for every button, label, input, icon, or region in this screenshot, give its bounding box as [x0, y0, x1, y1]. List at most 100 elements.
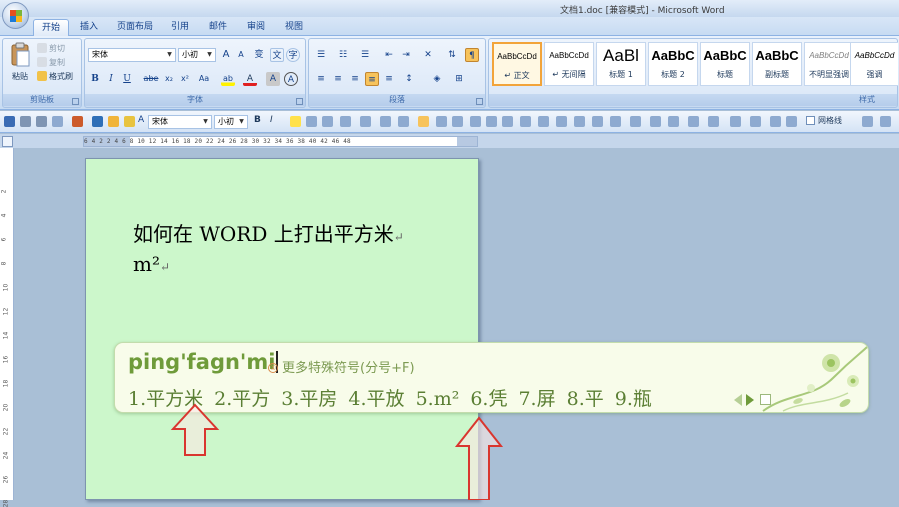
- qat-align-objects-icon[interactable]: [786, 116, 797, 127]
- italic-button[interactable]: I: [104, 72, 118, 86]
- strikethrough-button[interactable]: abe: [142, 72, 160, 86]
- print-preview-icon[interactable]: [20, 116, 31, 127]
- save-icon[interactable]: [4, 116, 15, 127]
- tab-mailings[interactable]: 邮件: [203, 19, 233, 36]
- ime-candidate-6[interactable]: 6.凭: [470, 384, 507, 411]
- gridlines-checkbox[interactable]: [806, 116, 815, 125]
- shading-button[interactable]: ◈: [430, 72, 444, 86]
- spelling-icon[interactable]: [72, 116, 83, 127]
- highlight-icon[interactable]: [124, 116, 135, 127]
- qat-insert-table-icon[interactable]: [502, 116, 513, 127]
- align-right-button[interactable]: ≡: [348, 72, 362, 86]
- highlight-button[interactable]: ab: [221, 72, 235, 86]
- qat-indent-icon[interactable]: [380, 116, 391, 127]
- qat-style-icon[interactable]: [306, 116, 317, 127]
- superscript-button[interactable]: x²: [178, 72, 192, 86]
- format-painter-button[interactable]: 格式刷: [37, 70, 73, 83]
- qat-justify-icon[interactable]: [452, 116, 463, 127]
- style-no-spacing[interactable]: AaBbCcDd ↵ 无间隔: [544, 42, 594, 86]
- underline-button[interactable]: U: [120, 72, 134, 86]
- ime-candidate-4[interactable]: 4.平放: [348, 384, 404, 411]
- tab-review[interactable]: 审阅: [241, 19, 271, 36]
- align-left-button[interactable]: ≡: [314, 72, 328, 86]
- document-line-2[interactable]: m²↵: [133, 252, 170, 276]
- show-formatting-marks-button[interactable]: ¶: [465, 48, 479, 62]
- qat-font-size-combo[interactable]: 小初 ▼: [214, 115, 248, 129]
- qat-date-icon[interactable]: [592, 116, 603, 127]
- style-heading-2[interactable]: AaBbC 标题 2: [648, 42, 698, 86]
- ime-candidate-9[interactable]: 9.瓶: [615, 384, 652, 411]
- character-shading-button[interactable]: A: [266, 72, 280, 86]
- distributed-button[interactable]: ≡: [382, 72, 396, 86]
- font-name-combo[interactable]: 宋体 ▼: [88, 48, 176, 62]
- qat-numbering-icon[interactable]: [340, 116, 351, 127]
- qat-table-icon[interactable]: [470, 116, 481, 127]
- qat-page-number-icon[interactable]: [574, 116, 585, 127]
- ime-more-symbols-hint[interactable]: ① 更多特殊符号(分号+F): [268, 357, 415, 376]
- font-dialog-launcher[interactable]: [296, 98, 303, 105]
- align-center-button[interactable]: ≡: [331, 72, 345, 86]
- qat-more-icon[interactable]: [880, 116, 891, 127]
- enclose-char-button[interactable]: 字: [286, 48, 300, 62]
- style-heading-1[interactable]: AaBl 标题 1: [596, 42, 646, 86]
- tab-view[interactable]: 视图: [279, 19, 309, 36]
- office-button[interactable]: [2, 2, 29, 29]
- numbering-button[interactable]: ☷: [336, 48, 350, 62]
- bullets-button[interactable]: ☰: [314, 48, 328, 62]
- chevron-down-icon[interactable]: ▼: [205, 50, 214, 60]
- ime-candidate-8[interactable]: 8.平: [567, 384, 604, 411]
- qat-frame-icon[interactable]: [520, 116, 531, 127]
- qat-header-icon[interactable]: [538, 116, 549, 127]
- print-icon[interactable]: [36, 116, 47, 127]
- style-emphasis[interactable]: AaBbCcDd 强调: [850, 42, 898, 86]
- tab-page-layout[interactable]: 页面布局: [113, 19, 157, 36]
- style-subtitle[interactable]: AaBbC 副标题: [752, 42, 802, 86]
- qat-symbol-icon[interactable]: [630, 116, 641, 127]
- qat-multilevel-icon[interactable]: [360, 116, 371, 127]
- phonetic-guide-button[interactable]: 文: [270, 48, 284, 62]
- ime-candidate-7[interactable]: 7.屏: [518, 384, 555, 411]
- multilevel-list-button[interactable]: ☰: [358, 48, 372, 62]
- format-painter-icon[interactable]: [108, 116, 119, 127]
- qat-textbox-icon[interactable]: [610, 116, 621, 127]
- document-page[interactable]: [85, 158, 479, 500]
- paragraph-dialog-launcher[interactable]: [476, 98, 483, 105]
- shrink-font-button[interactable]: A: [234, 48, 248, 62]
- bold-button[interactable]: B: [88, 72, 102, 86]
- line-spacing-button[interactable]: ↕: [402, 72, 416, 86]
- change-case-button[interactable]: Aa: [197, 72, 211, 86]
- ime-candidate-5[interactable]: 5.m²: [416, 388, 460, 410]
- styles-icon[interactable]: A: [138, 115, 144, 125]
- qat-borders-icon[interactable]: [398, 116, 409, 127]
- font-color-button[interactable]: A: [243, 72, 257, 86]
- previous-page-icon[interactable]: [734, 394, 742, 406]
- qat-ruler-icon[interactable]: [730, 116, 741, 127]
- style-title[interactable]: AaBbC 标题: [700, 42, 750, 86]
- qat-gridlines-icon[interactable]: [750, 116, 761, 127]
- qat-zoom-icon[interactable]: [708, 116, 719, 127]
- qat-picture-icon[interactable]: [650, 116, 661, 127]
- qat-bold-icon[interactable]: B: [254, 115, 261, 125]
- copy-button[interactable]: 复制: [37, 56, 65, 69]
- clipboard-dialog-launcher[interactable]: [72, 98, 79, 105]
- sort-button[interactable]: ⇅: [445, 48, 459, 62]
- subscript-button[interactable]: x₂: [162, 72, 176, 86]
- tab-home[interactable]: 开始: [33, 19, 69, 36]
- qat-italic-icon[interactable]: I: [270, 115, 273, 125]
- qat-highlight-icon[interactable]: [290, 116, 301, 127]
- style-normal[interactable]: AaBbCcDd ↵ 正文: [492, 42, 542, 86]
- style-subtle-emphasis[interactable]: AaBbCcDd 不明显强调: [804, 42, 854, 86]
- character-border-button[interactable]: A: [284, 72, 298, 86]
- qat-arrange-icon[interactable]: [770, 116, 781, 127]
- font-size-combo[interactable]: 小初 ▼: [178, 48, 216, 62]
- document-line-1[interactable]: 如何在 WORD 上打出平方米↵: [133, 218, 404, 247]
- chevron-down-icon[interactable]: ▼: [165, 50, 174, 60]
- undo-icon[interactable]: [92, 116, 103, 127]
- qat-list-icon[interactable]: [322, 116, 333, 127]
- ime-candidate-2[interactable]: 2.平方: [214, 384, 270, 411]
- qat-font-name-combo[interactable]: 宋体 ▼: [148, 115, 212, 129]
- decrease-indent-button[interactable]: ⇤: [382, 48, 396, 62]
- chinese-layout-button[interactable]: ✕: [421, 48, 435, 62]
- chevron-down-icon[interactable]: ▼: [201, 117, 210, 127]
- qat-pilcrow-icon[interactable]: [418, 116, 429, 127]
